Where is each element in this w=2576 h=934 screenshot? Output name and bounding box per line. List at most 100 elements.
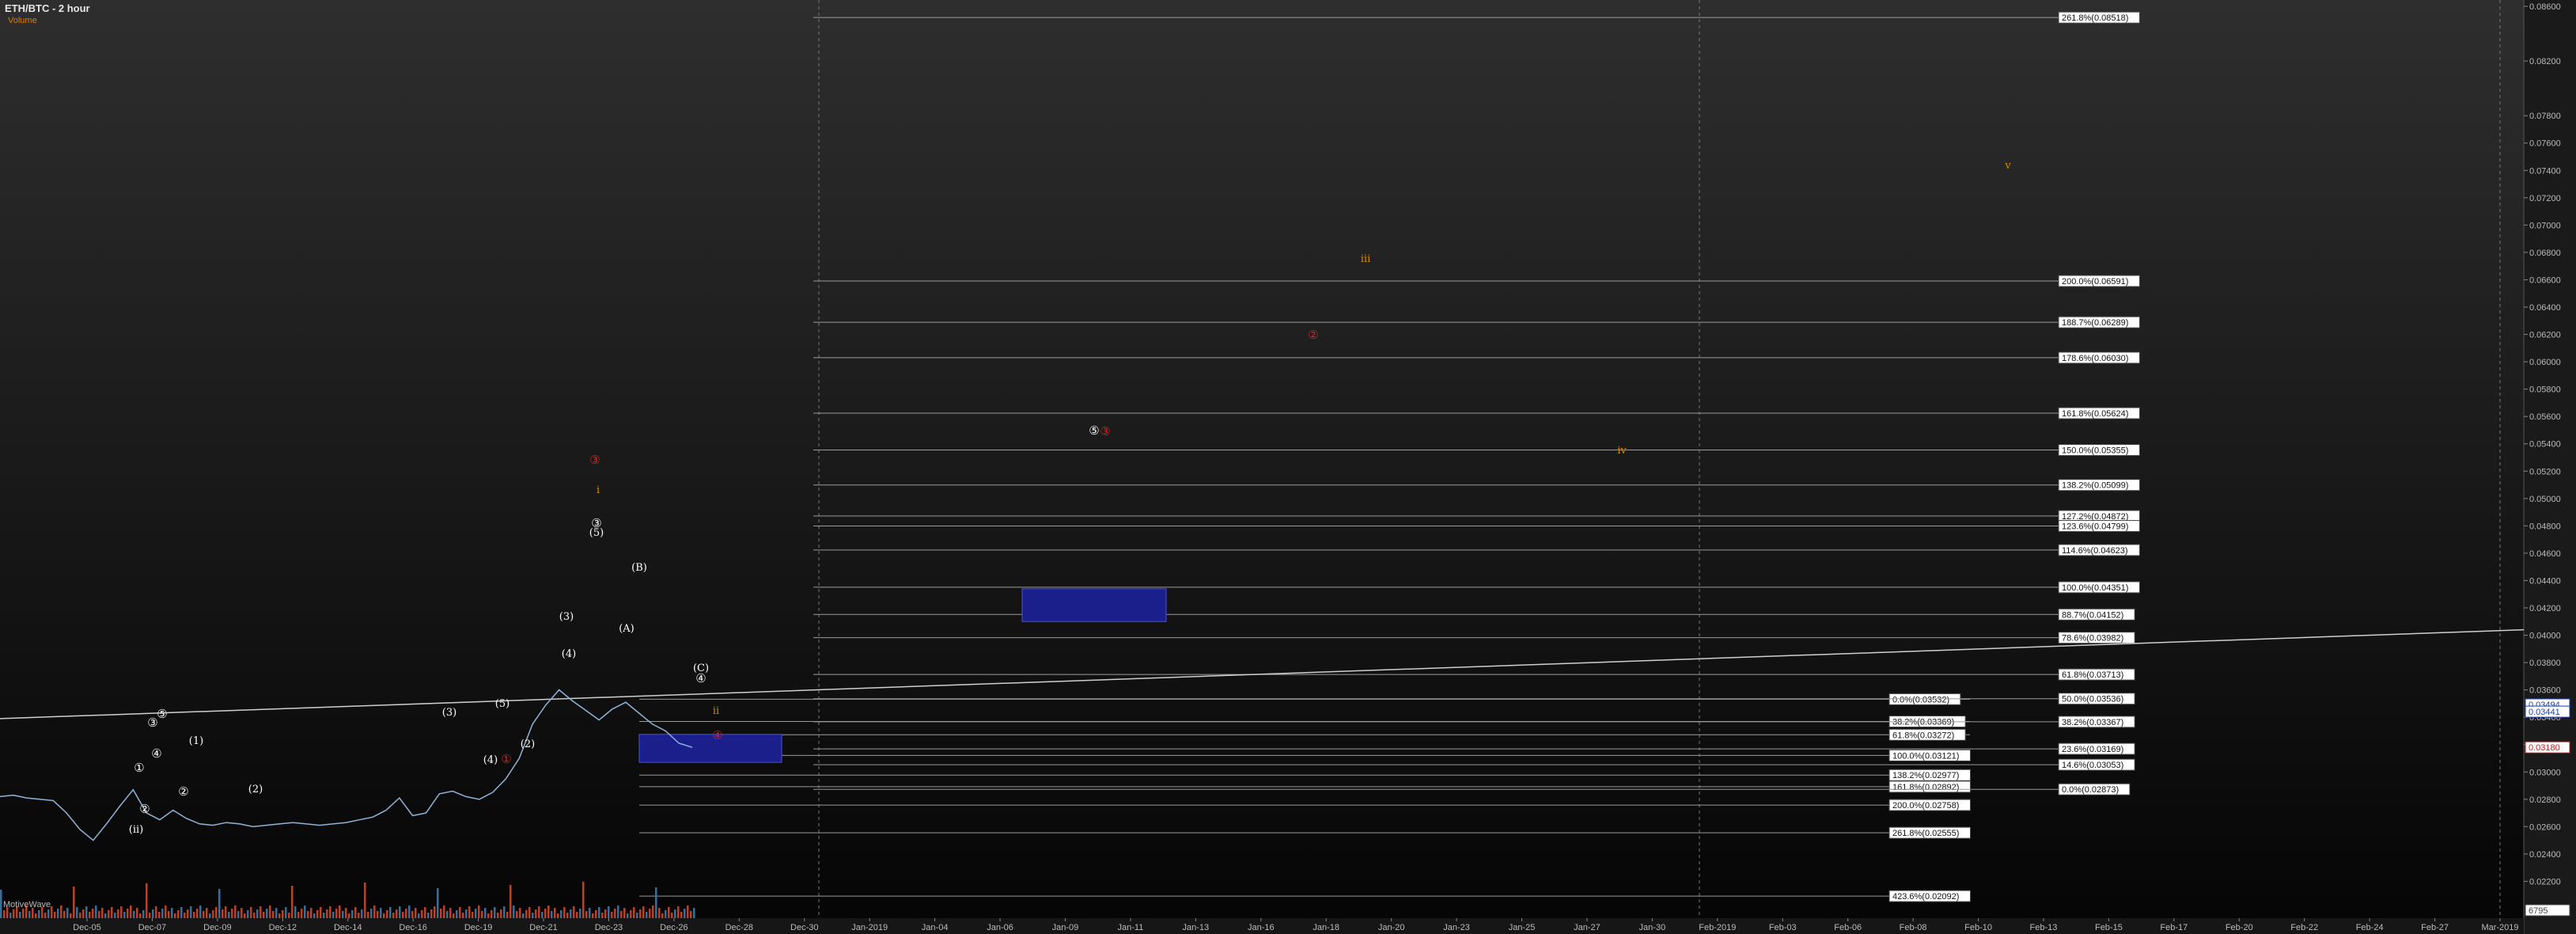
volume-bar bbox=[392, 913, 395, 918]
chart-title: ETH/BTC - 2 hour bbox=[5, 2, 90, 14]
volume-bar bbox=[475, 909, 477, 918]
volume-bar bbox=[693, 908, 695, 918]
volume-bar bbox=[54, 912, 56, 918]
volume-bar bbox=[89, 912, 91, 918]
volume-bar bbox=[244, 913, 246, 918]
volume-label: MotiveWave bbox=[3, 900, 51, 909]
volume-bar bbox=[13, 909, 15, 918]
volume-bar bbox=[646, 912, 648, 918]
target-box[interactable] bbox=[638, 734, 782, 763]
y-tick-label: 0.06000 bbox=[2529, 358, 2561, 367]
volume-bar bbox=[611, 912, 613, 918]
volume-bar bbox=[345, 908, 347, 918]
x-tick-label: Feb-22 bbox=[2290, 923, 2318, 932]
volume-bar bbox=[614, 909, 616, 918]
volume-bar bbox=[63, 911, 66, 918]
volume-bar bbox=[329, 906, 331, 918]
fib-label-text: 200.0%(0.06591) bbox=[2062, 277, 2128, 287]
volume-bar bbox=[174, 913, 176, 918]
fib-label-text: 423.6%(0.02092) bbox=[1892, 892, 1959, 902]
y-tick-label: 0.02200 bbox=[2529, 877, 2561, 887]
volume-bar bbox=[133, 911, 135, 918]
volume-bar bbox=[547, 906, 550, 918]
volume-bar bbox=[278, 913, 281, 918]
wave-label: (2) bbox=[521, 738, 535, 750]
volume-bar bbox=[522, 913, 525, 918]
volume-bar bbox=[165, 906, 167, 918]
x-tick-label: Dec-14 bbox=[334, 923, 362, 932]
volume-bar bbox=[608, 906, 610, 918]
volume-bar bbox=[35, 913, 37, 918]
wave-label: (ii) bbox=[129, 824, 143, 836]
y-tick-label: 0.04000 bbox=[2529, 632, 2561, 641]
volume-bar bbox=[301, 909, 303, 918]
volume-bar bbox=[38, 910, 40, 918]
volume-bar bbox=[630, 910, 632, 918]
volume-bar bbox=[532, 913, 534, 918]
fib-level-label: 261.8%(0.02555) bbox=[1888, 826, 1971, 839]
volume-bar bbox=[386, 910, 388, 918]
y-tick-label: 0.05000 bbox=[2529, 495, 2561, 504]
x-tick-label: Jan-11 bbox=[1118, 923, 1144, 932]
chart-canvas[interactable]: 0.08600 0.08200 0.07800 0.07600 0.07400 0.072… bbox=[0, 0, 2576, 934]
volume-bar bbox=[506, 912, 509, 918]
x-tick-label: Dec-21 bbox=[529, 923, 557, 932]
volume-bar bbox=[313, 913, 316, 918]
volume-bar bbox=[649, 909, 651, 918]
y-tick-label: 0.05200 bbox=[2529, 467, 2561, 476]
x-tick-label: Mar-2019 bbox=[2481, 923, 2518, 932]
volume-bar bbox=[519, 908, 521, 918]
volume-bar bbox=[573, 906, 575, 918]
x-tick-label: Dec-28 bbox=[725, 923, 753, 932]
y-tick-label: 0.04800 bbox=[2529, 522, 2561, 531]
fib-level-label: 23.6%(0.03169) bbox=[2058, 742, 2135, 755]
volume-bar bbox=[234, 906, 237, 918]
y-tick-label: 0.07800 bbox=[2529, 112, 2561, 121]
x-tick-label: Feb-10 bbox=[1964, 923, 1992, 932]
wave-label: ③ bbox=[589, 453, 600, 467]
volume-bar bbox=[538, 906, 540, 918]
fib-label-text: 123.6%(0.04799) bbox=[2062, 522, 2128, 532]
volume-bar bbox=[370, 909, 373, 918]
volume-bar bbox=[598, 907, 600, 918]
volume-bar bbox=[44, 913, 47, 918]
volume-bar bbox=[85, 906, 88, 918]
fib-level-label: 423.6%(0.02092) bbox=[1888, 890, 1971, 902]
target-box[interactable] bbox=[1021, 588, 1167, 622]
volume-bar bbox=[203, 911, 205, 918]
volume-bar bbox=[516, 911, 518, 918]
volume-bar bbox=[636, 913, 638, 918]
fib-label-text: 161.8%(0.02892) bbox=[1892, 783, 1959, 792]
volume-bar bbox=[212, 910, 214, 918]
volume-bar bbox=[456, 910, 458, 918]
volume-bar bbox=[491, 910, 493, 918]
x-tick-label: Dec-30 bbox=[790, 923, 818, 932]
volume-bar bbox=[335, 909, 338, 918]
wave-label: ④ bbox=[695, 671, 706, 685]
volume-bar bbox=[380, 908, 382, 918]
volume-bar bbox=[430, 909, 433, 918]
wave-label: ④ bbox=[712, 728, 722, 742]
volume-bar bbox=[111, 907, 113, 918]
volume-bar bbox=[297, 912, 300, 918]
volume-bar bbox=[326, 909, 328, 918]
x-tick-label: Jan-13 bbox=[1183, 923, 1210, 932]
volume-bar bbox=[440, 909, 442, 918]
volume-bar bbox=[114, 913, 116, 918]
volume-bar bbox=[250, 907, 252, 918]
wave-label: ② bbox=[178, 784, 188, 799]
volume-bar bbox=[82, 909, 85, 918]
y-tick-label: 0.06800 bbox=[2529, 249, 2561, 258]
volume-bar bbox=[373, 906, 376, 918]
volume-bar bbox=[139, 913, 142, 918]
x-tick-label: Feb-24 bbox=[2356, 923, 2384, 932]
volume-bar bbox=[389, 907, 392, 918]
volume-bar bbox=[222, 909, 224, 918]
volume-bar bbox=[180, 907, 183, 918]
x-tick-label: Jan-27 bbox=[1574, 923, 1601, 932]
wave-label: (B) bbox=[631, 562, 647, 574]
volume-bar bbox=[690, 911, 692, 918]
wave-label: (5) bbox=[495, 698, 510, 710]
volume-bar bbox=[60, 906, 63, 918]
x-tick-label: Feb-03 bbox=[1769, 923, 1797, 932]
